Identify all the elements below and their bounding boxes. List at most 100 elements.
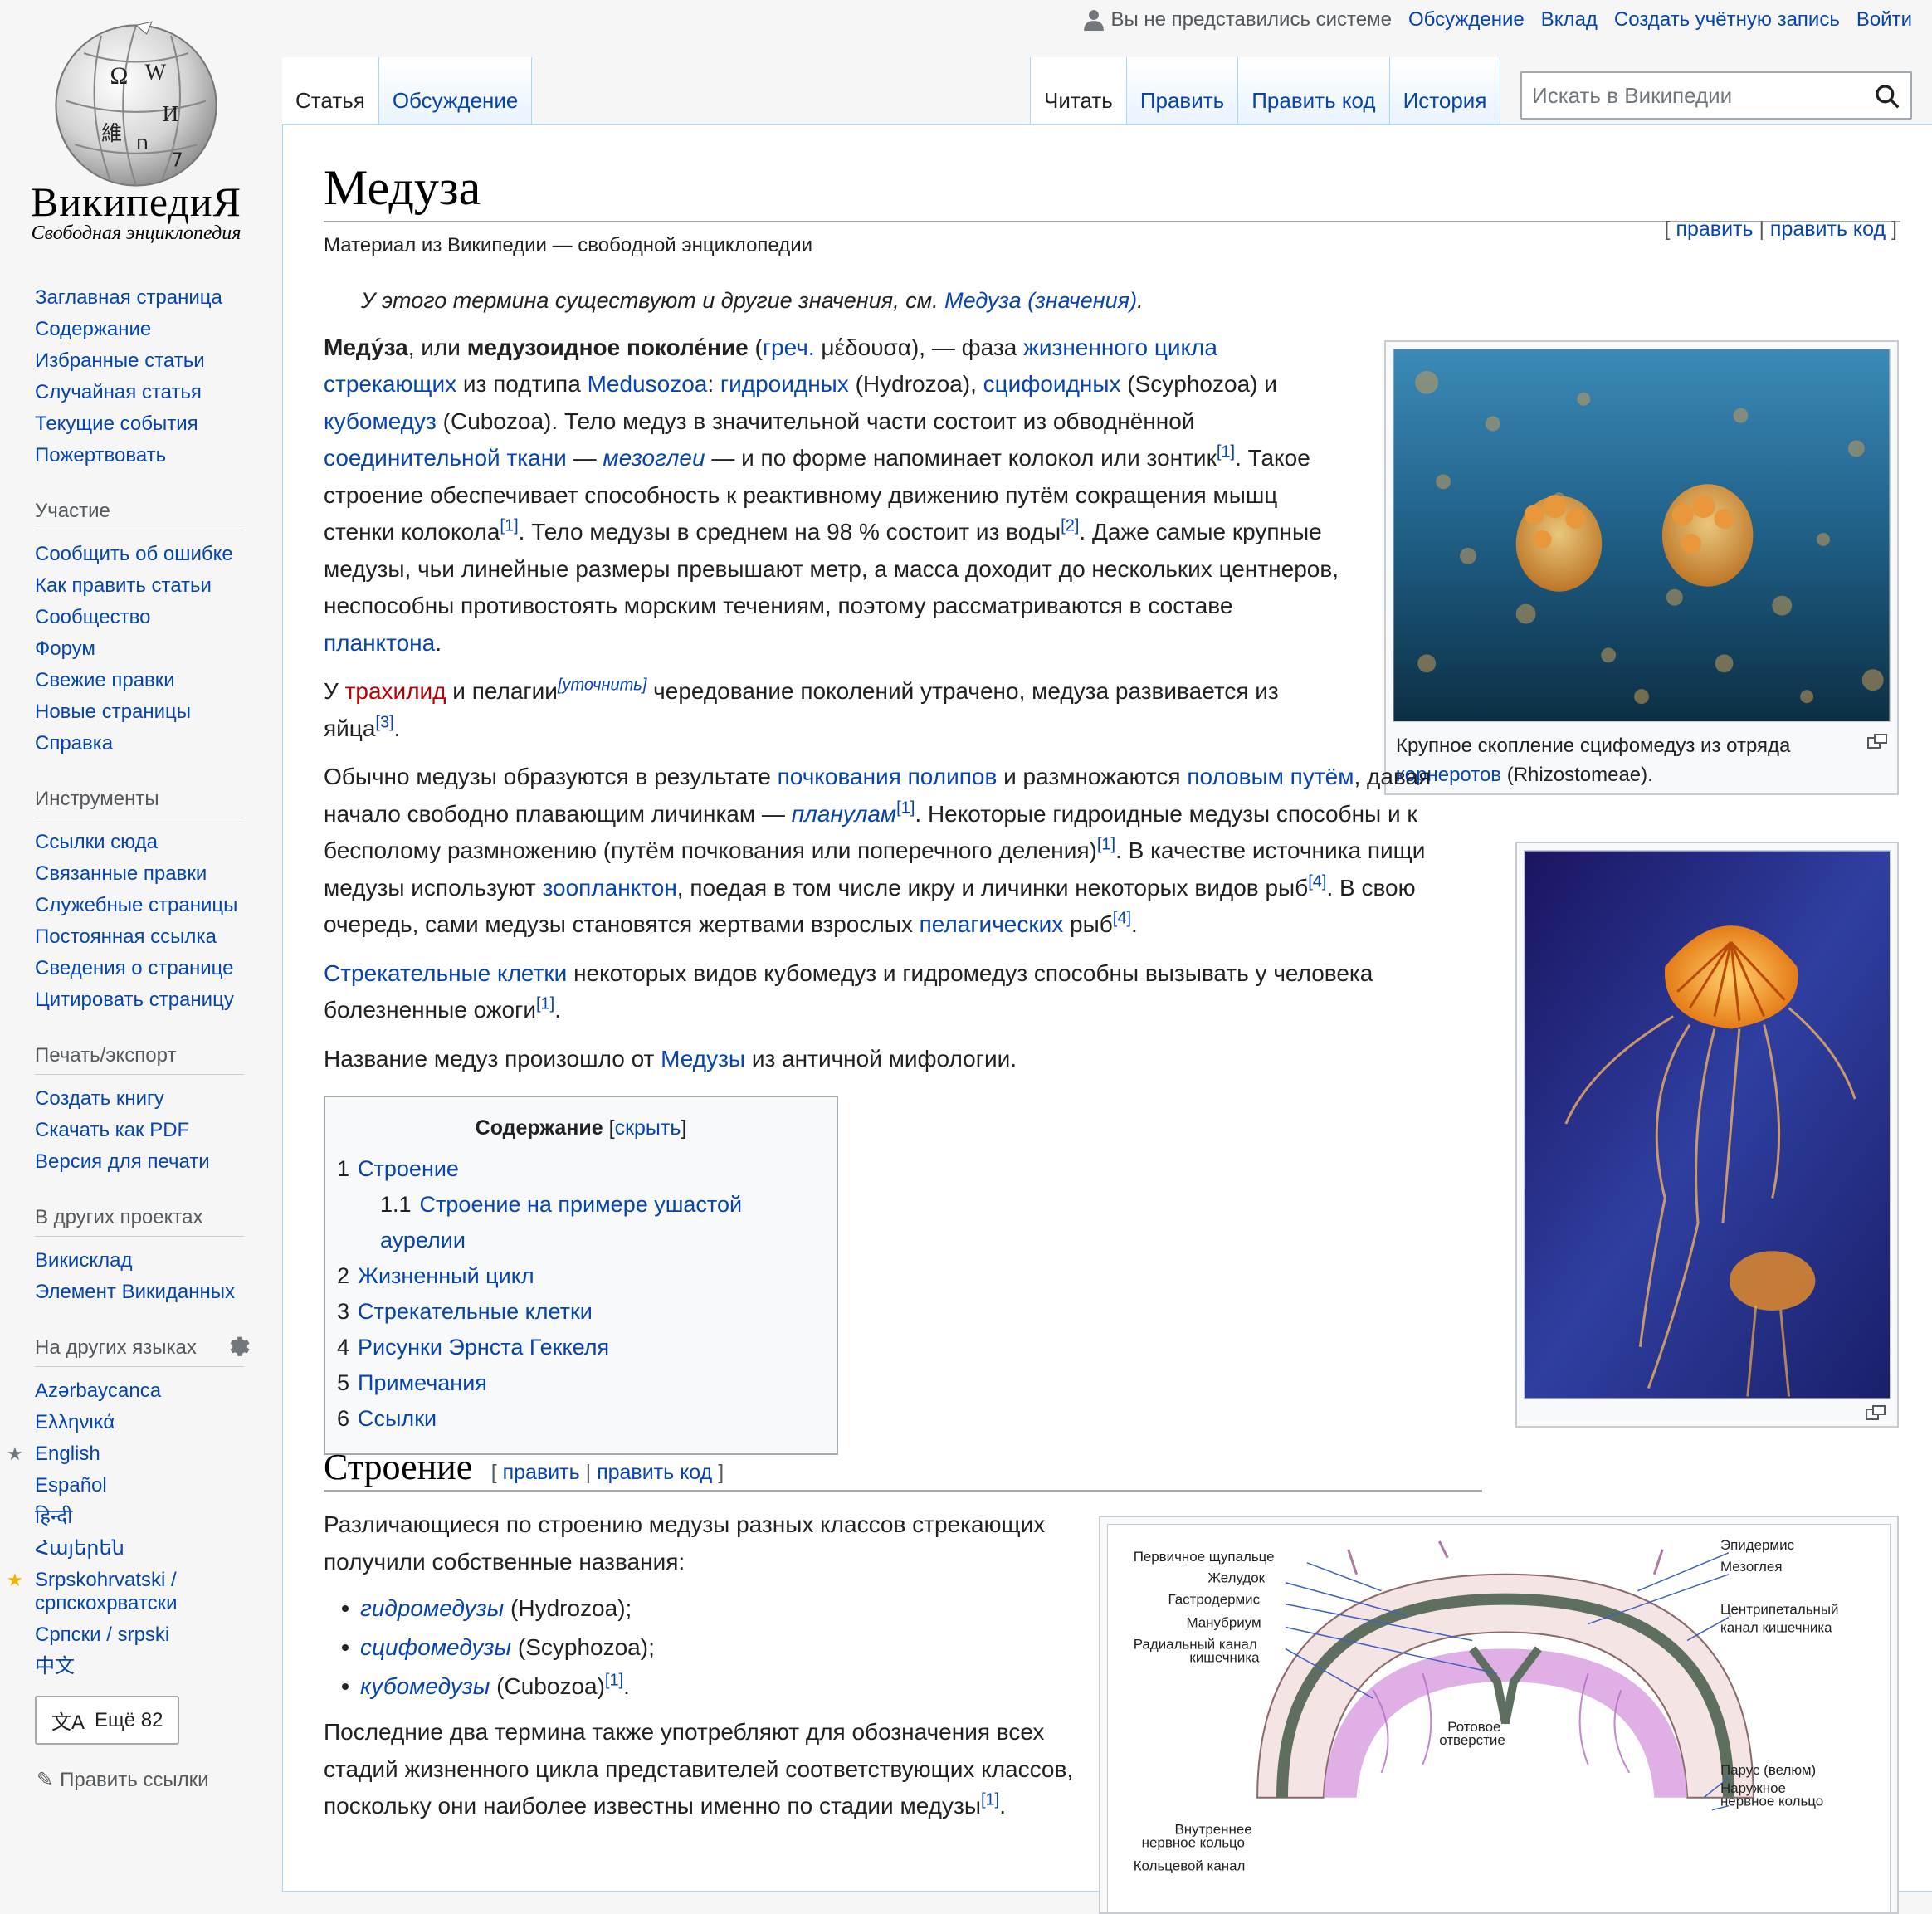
tab-edit-source[interactable]: Править код [1238,57,1390,124]
title-edit-link[interactable]: править [1676,217,1753,241]
sidebar-item-printable[interactable]: Версия для печати [35,1150,210,1173]
sidebar-item-report-error[interactable]: Сообщить об ошибке [35,543,233,565]
sidebar-item-cite[interactable]: Цитировать страницу [35,989,234,1011]
list-item-link[interactable]: сцифомедузы [360,1634,511,1660]
lang-sh[interactable]: Srpskohrvatski / српскохрватски [35,1569,177,1614]
login-link[interactable]: Войти [1856,8,1912,32]
tab-edit[interactable]: Править [1126,57,1239,124]
search-icon[interactable] [1874,83,1900,110]
toc-item[interactable]: 1 Строение [337,1151,825,1187]
section-edit-links: [ править | править код ] [490,1461,724,1484]
lang-hy[interactable]: Հայերեն [35,1537,124,1560]
sidebar-item-wikidata[interactable]: Элемент Викиданных [35,1281,235,1303]
more-languages-button[interactable]: 文A Ещё 82 [35,1696,180,1745]
sidebar-heading-languages: На других языках [35,1336,250,1367]
tab-edit-source-label[interactable]: Править код [1251,88,1375,114]
list-item: сцифомедузы (Scyphozoa); [324,1628,1079,1667]
list-item-link[interactable]: кубомедузы [360,1673,490,1699]
tab-read[interactable]: Читать [1031,57,1127,124]
lang-zh[interactable]: 中文 [35,1655,75,1677]
toc-hide-link[interactable]: скрыть [615,1116,681,1140]
sidebar-item-create-book[interactable]: Создать книгу [35,1087,164,1110]
section-edit-link[interactable]: править [503,1461,580,1484]
sidebar-item-help[interactable]: Справка [35,732,113,754]
paragraph-2: У трахилид и пелагии[уточнить] чередован… [324,676,1279,741]
sidebar-item-what-links-here[interactable]: Ссылки сюда [35,831,158,853]
search-input[interactable] [1522,73,1854,118]
diagram-label: Желудок [1208,1570,1265,1586]
diagram-label: Кольцевой канал [1134,1858,1246,1873]
sidebar-item-main-page[interactable]: Заглавная страница [35,286,222,309]
tab-edit-label[interactable]: Править [1140,88,1224,114]
diagram-label: отверстие [1439,1732,1505,1748]
svg-text:ח: ח [136,133,149,154]
sidebar-item-page-info[interactable]: Сведения о странице [35,957,234,979]
lang-en[interactable]: English [35,1443,100,1465]
toc-link[interactable]: Рисунки Эрнста Геккеля [358,1335,609,1360]
sidebar-item-current-events[interactable]: Текущие события [35,413,198,435]
diagram-label: Центрипетальный [1720,1602,1839,1618]
sidebar-item-community[interactable]: Сообщество [35,606,150,628]
create-account-link[interactable]: Создать учётную запись [1614,8,1840,32]
article-body: У этого термина существуют и другие знач… [324,282,1900,1089]
toc-item[interactable]: 1.1 Строение на примере ушастой аурелии [337,1187,825,1258]
sidebar-item-download-pdf[interactable]: Скачать как PDF [35,1119,189,1141]
translate-icon: 文A [51,1711,85,1734]
toc-link[interactable]: Жизненный цикл [358,1263,534,1288]
hatnote: У этого термина существуют и другие знач… [361,288,1144,313]
tab-history-label[interactable]: История [1403,88,1487,114]
tab-talk-label[interactable]: Обсуждение [393,88,518,114]
toc-item[interactable]: 3 Стрекательные клетки [337,1294,825,1330]
section-title-label: Строение [324,1447,473,1487]
hatnote-text: У этого термина существуют и другие знач… [361,288,945,313]
diagram-label: Манубриум [1186,1615,1261,1631]
edit-links-label: Править ссылки [60,1768,209,1791]
title-edit-links: [ править | править код ] [1664,217,1897,241]
sidebar-item-new-pages[interactable]: Новые страницы [35,701,191,723]
tab-talk[interactable]: Обсуждение [378,57,533,124]
sidebar-item-commons[interactable]: Викисклад [35,1249,132,1272]
toc-link[interactable]: Строение [358,1156,459,1181]
sidebar-item-recent-changes[interactable]: Свежие правки [35,669,175,691]
tab-read-label: Читать [1044,88,1113,113]
gear-icon[interactable] [226,1333,252,1360]
sidebar-item-featured[interactable]: Избранные статьи [35,349,205,372]
sidebar-item-forum[interactable]: Форум [35,637,95,660]
enlarge-icon[interactable] [1866,1404,1887,1421]
hatnote-link[interactable]: Медуза (значения) [944,288,1137,313]
lang-hi[interactable]: हिन्दी [35,1506,72,1528]
sidebar-item-related-changes[interactable]: Связанные правки [35,862,207,885]
medusa-anatomy-diagram[interactable]: Первичное щупальце Желудок Гастродермис … [1107,1524,1891,1914]
toc-link[interactable]: Примечания [358,1370,487,1395]
lang-el[interactable]: Ελληνικά [35,1411,115,1433]
toc-link[interactable]: Ссылки [358,1406,437,1431]
sidebar-item-contents[interactable]: Содержание [35,318,151,340]
toc-link[interactable]: Стрекательные клетки [358,1299,593,1324]
title-edit-source-link[interactable]: править код [1770,217,1886,241]
sidebar-item-random[interactable]: Случайная статья [35,381,202,403]
sidebar-item-how-to-edit[interactable]: Как править статьи [35,574,212,597]
diagram-label: канал кишечника [1720,1620,1832,1636]
edit-interlanguage-links[interactable]: ✎ Править ссылки [37,1768,209,1792]
toc-num: 3 [337,1299,350,1324]
lang-az[interactable]: Azərbaycanca [35,1379,161,1402]
tab-history[interactable]: История [1389,57,1501,124]
sidebar-item-donate[interactable]: Пожертвовать [35,444,166,466]
lang-es[interactable]: Español [35,1474,107,1497]
personal-talk-link[interactable]: Обсуждение [1408,8,1525,32]
sidebar-item-special-pages[interactable]: Служебные страницы [35,894,237,916]
personal-contributions-link[interactable]: Вклад [1541,8,1598,32]
section-heading-structure: Строение [ править | править код ] [324,1446,1482,1492]
list-item-link[interactable]: гидромедузы [360,1595,504,1621]
toc-item[interactable]: 6 Ссылки [337,1401,825,1437]
tab-article[interactable]: Статья [282,57,379,124]
section-structure-body: Различающиеся по строению медузы разных … [324,1506,1079,1825]
lang-sr[interactable]: Српски / srpski [35,1623,169,1646]
sidebar-item-permanent-link[interactable]: Постоянная ссылка [35,925,217,948]
section-edit-source-link[interactable]: править код [597,1461,712,1484]
toc-item[interactable]: 4 Рисунки Эрнста Геккеля [337,1330,825,1365]
toc-item[interactable]: 2 Жизненный цикл [337,1258,825,1294]
toc-item[interactable]: 5 Примечания [337,1365,825,1401]
toc-link[interactable]: Строение на примере ушастой аурелии [380,1192,742,1252]
wikipedia-logo[interactable]: Ω W И 維 ח 7 ВикипедиЯ Свободная энциклоп… [20,15,252,256]
